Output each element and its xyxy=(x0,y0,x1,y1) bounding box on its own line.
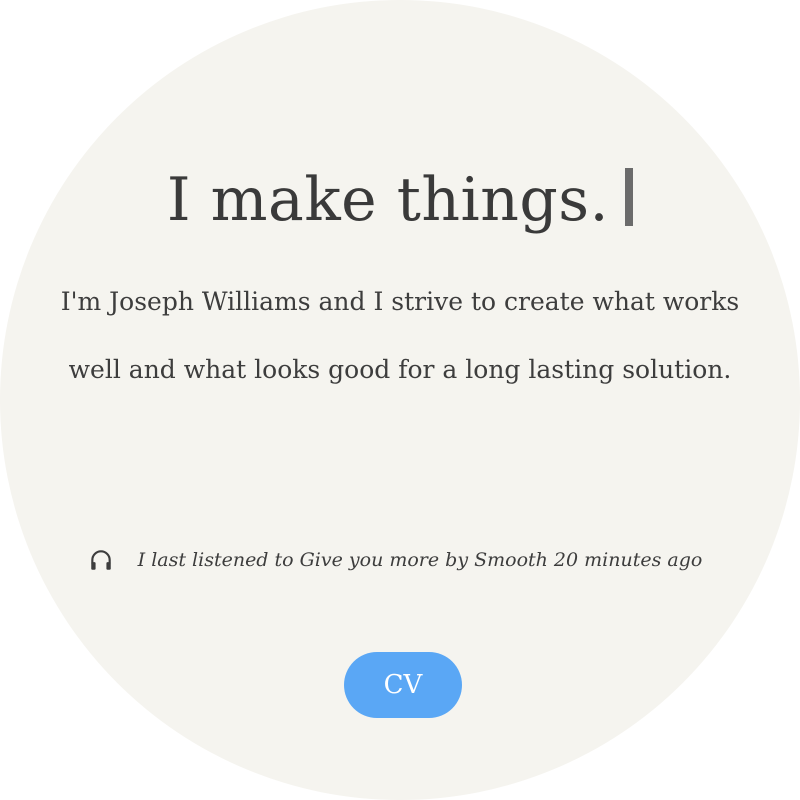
cv-button[interactable]: CV xyxy=(344,652,462,718)
headline-text: I make things. xyxy=(166,165,610,235)
hero-headline: I make things. xyxy=(0,160,800,240)
now-playing-text: I last listened to Give you more by Smoo… xyxy=(137,549,703,571)
typing-cursor xyxy=(625,168,634,226)
intro-text: I'm Joseph Williams and I strive to crea… xyxy=(60,287,740,384)
headphones-icon xyxy=(90,550,111,570)
now-playing: I last listened to Give you more by Smoo… xyxy=(0,540,800,580)
hero-circle: I make things. I'm Joseph Williams and I… xyxy=(0,0,800,800)
